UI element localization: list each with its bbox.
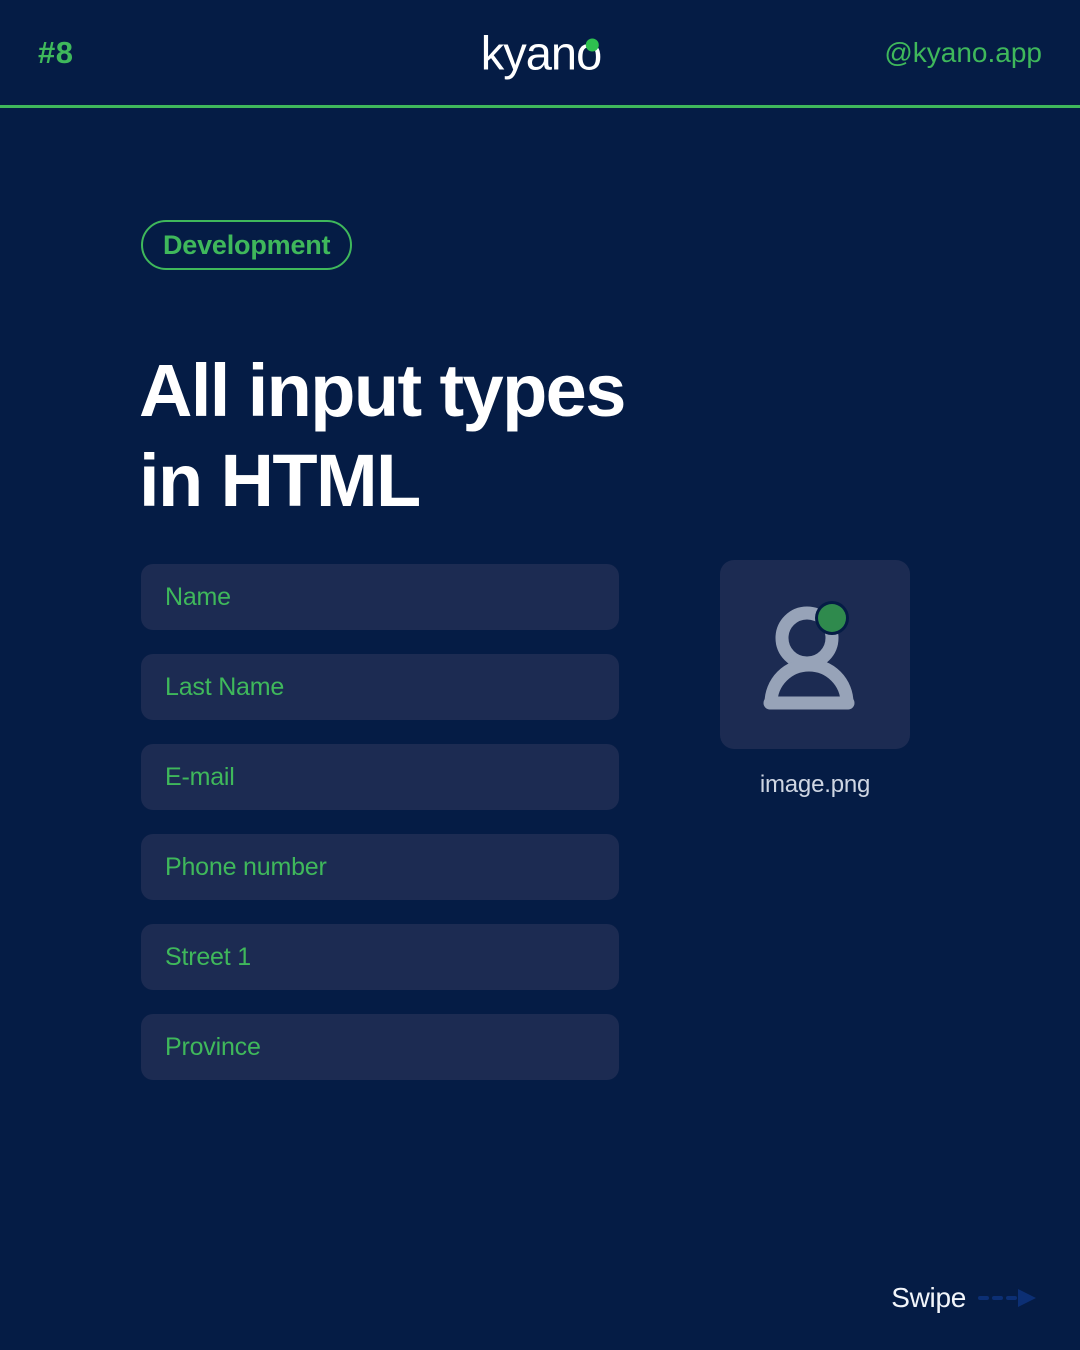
swipe-label: Swipe (891, 1282, 966, 1313)
last-name-input-placeholder: Last Name (165, 672, 285, 701)
phone-number-input[interactable]: Phone number (141, 834, 619, 900)
category-badge-label: Development (163, 229, 331, 260)
page-title: All input types in HTML (139, 348, 626, 522)
swipe-hint: Swipe (891, 1282, 1040, 1314)
avatar-icon (763, 600, 855, 709)
street-input-placeholder: Street 1 (165, 942, 251, 971)
phone-number-input-placeholder: Phone number (165, 852, 327, 881)
name-input-placeholder: Name (165, 582, 231, 611)
name-input[interactable]: Name (141, 564, 619, 630)
email-input-placeholder: E-mail (165, 762, 235, 791)
form-fields: Name Last Name E-mail Phone number Stree… (141, 564, 619, 1080)
brand-logo: kyano (480, 26, 602, 79)
dashed-arrow-right-icon (978, 1289, 1036, 1307)
street-input[interactable]: Street 1 (141, 924, 619, 990)
province-input[interactable]: Province (141, 1014, 619, 1080)
file-thumbnail-card[interactable] (720, 560, 910, 749)
category-badge: Development (141, 220, 353, 270)
brand-wordmark: kyano (480, 26, 602, 79)
file-name-label: image.png (759, 771, 871, 798)
file-upload-preview[interactable]: image.png (720, 560, 910, 799)
email-input[interactable]: E-mail (141, 744, 619, 810)
top-bar: #8 kyano @kyano.app (0, 0, 1080, 108)
social-handle: @kyano.app (884, 36, 1042, 68)
last-name-input[interactable]: Last Name (141, 654, 619, 720)
province-input-placeholder: Province (165, 1032, 261, 1061)
issue-number: #8 (38, 35, 74, 70)
